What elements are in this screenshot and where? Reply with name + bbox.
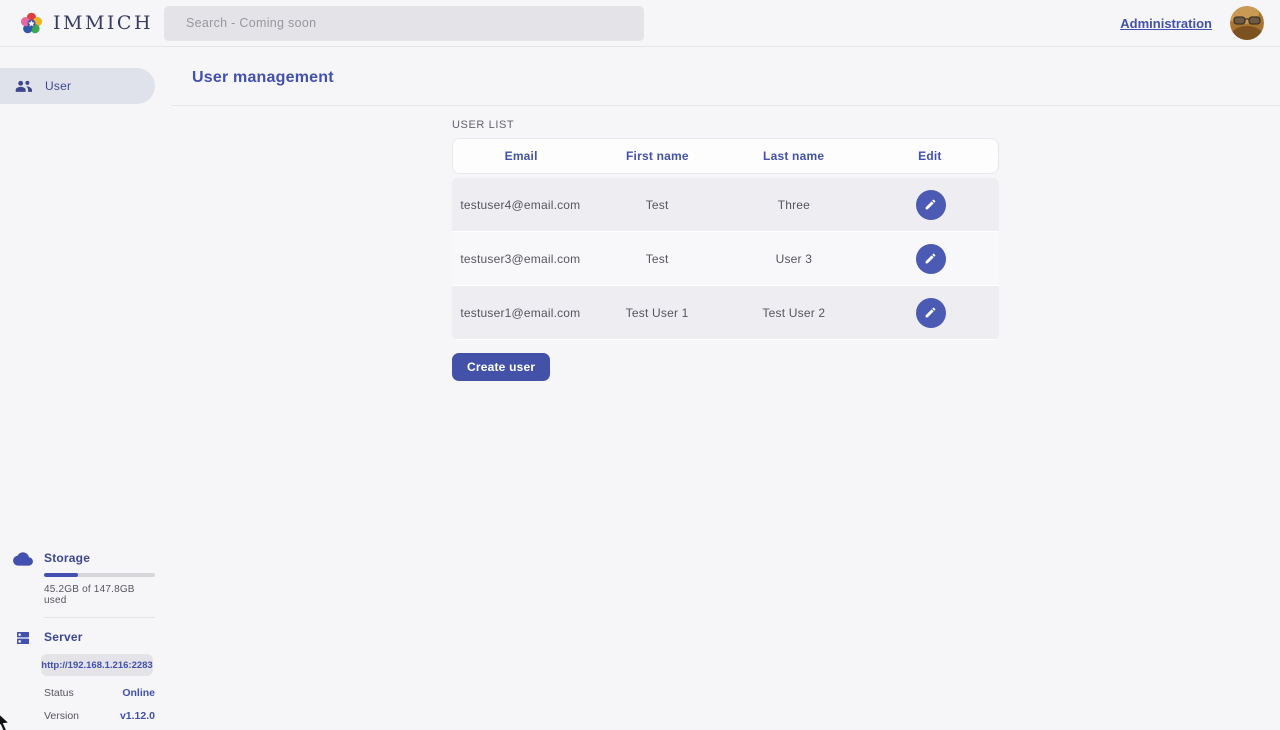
cell-first-name: Test	[589, 198, 726, 212]
table-row: testuser1@email.com Test User 1 Test Use…	[452, 286, 999, 340]
sidebar-item-user-label: User	[45, 79, 71, 93]
edit-user-button[interactable]	[916, 298, 946, 328]
cell-email: testuser3@email.com	[452, 252, 589, 266]
users-group-icon	[15, 80, 32, 93]
pencil-icon	[924, 252, 937, 265]
pencil-icon	[924, 306, 937, 319]
column-header-email: Email	[453, 149, 589, 163]
cell-first-name: Test User 1	[589, 306, 726, 320]
administration-link[interactable]: Administration	[1120, 16, 1212, 31]
app-brand[interactable]: IMMICH	[18, 10, 164, 37]
server-url-badge: http://192.168.1.216:2283	[41, 654, 153, 676]
column-header-edit: Edit	[862, 149, 998, 163]
column-header-last-name: Last name	[726, 149, 862, 163]
user-table-header: Email First name Last name Edit	[452, 138, 999, 174]
cell-last-name: Test User 2	[726, 306, 863, 320]
create-user-button[interactable]: Create user	[452, 353, 550, 381]
server-status-value: Online	[122, 687, 155, 699]
storage-progress-fill	[44, 573, 78, 577]
table-row: testuser4@email.com Test Three	[452, 178, 999, 232]
server-status-label: Status	[44, 687, 74, 699]
sidebar-footer: Storage 45.2GB of 147.8GB used Server ht…	[0, 551, 171, 722]
server-icon	[13, 629, 33, 646]
sidebar: User Storage 45.2GB of 147.8GB used	[0, 47, 171, 730]
page-title: User management	[192, 69, 1280, 87]
main-content: User management USER LIST Email First na…	[171, 47, 1280, 730]
app-title: IMMICH	[53, 12, 153, 34]
sidebar-item-user[interactable]: User	[0, 68, 155, 104]
storage-usage-text: 45.2GB of 147.8GB used	[44, 584, 155, 606]
cell-email: testuser1@email.com	[452, 306, 589, 320]
server-title: Server	[44, 629, 83, 644]
cell-first-name: Test	[589, 252, 726, 266]
sidebar-footer-divider	[44, 617, 155, 618]
user-avatar[interactable]	[1230, 6, 1264, 40]
table-row: testuser3@email.com Test User 3	[452, 232, 999, 286]
storage-title: Storage	[44, 551, 155, 565]
cell-last-name: User 3	[726, 252, 863, 266]
immich-logo-icon	[18, 10, 45, 37]
top-bar: IMMICH Administration	[0, 0, 1280, 47]
server-status-row: Status Online	[44, 687, 155, 699]
edit-user-button[interactable]	[916, 190, 946, 220]
cloud-icon	[13, 551, 33, 566]
column-header-first-name: First name	[589, 149, 725, 163]
edit-user-button[interactable]	[916, 244, 946, 274]
cell-last-name: Three	[726, 198, 863, 212]
page-header: User management	[171, 47, 1280, 106]
server-section: Server	[13, 629, 155, 646]
pencil-icon	[924, 198, 937, 211]
user-list-label: USER LIST	[452, 119, 1280, 131]
server-version-row: Version v1.12.0	[44, 710, 155, 722]
server-version-value: v1.12.0	[120, 710, 155, 722]
cell-email: testuser4@email.com	[452, 198, 589, 212]
server-version-label: Version	[44, 710, 79, 722]
search-input[interactable]	[164, 6, 644, 41]
storage-section: Storage 45.2GB of 147.8GB used	[13, 551, 155, 606]
storage-progress-bar	[44, 573, 155, 577]
user-table-body: testuser4@email.com Test Three testuser3…	[452, 178, 999, 340]
